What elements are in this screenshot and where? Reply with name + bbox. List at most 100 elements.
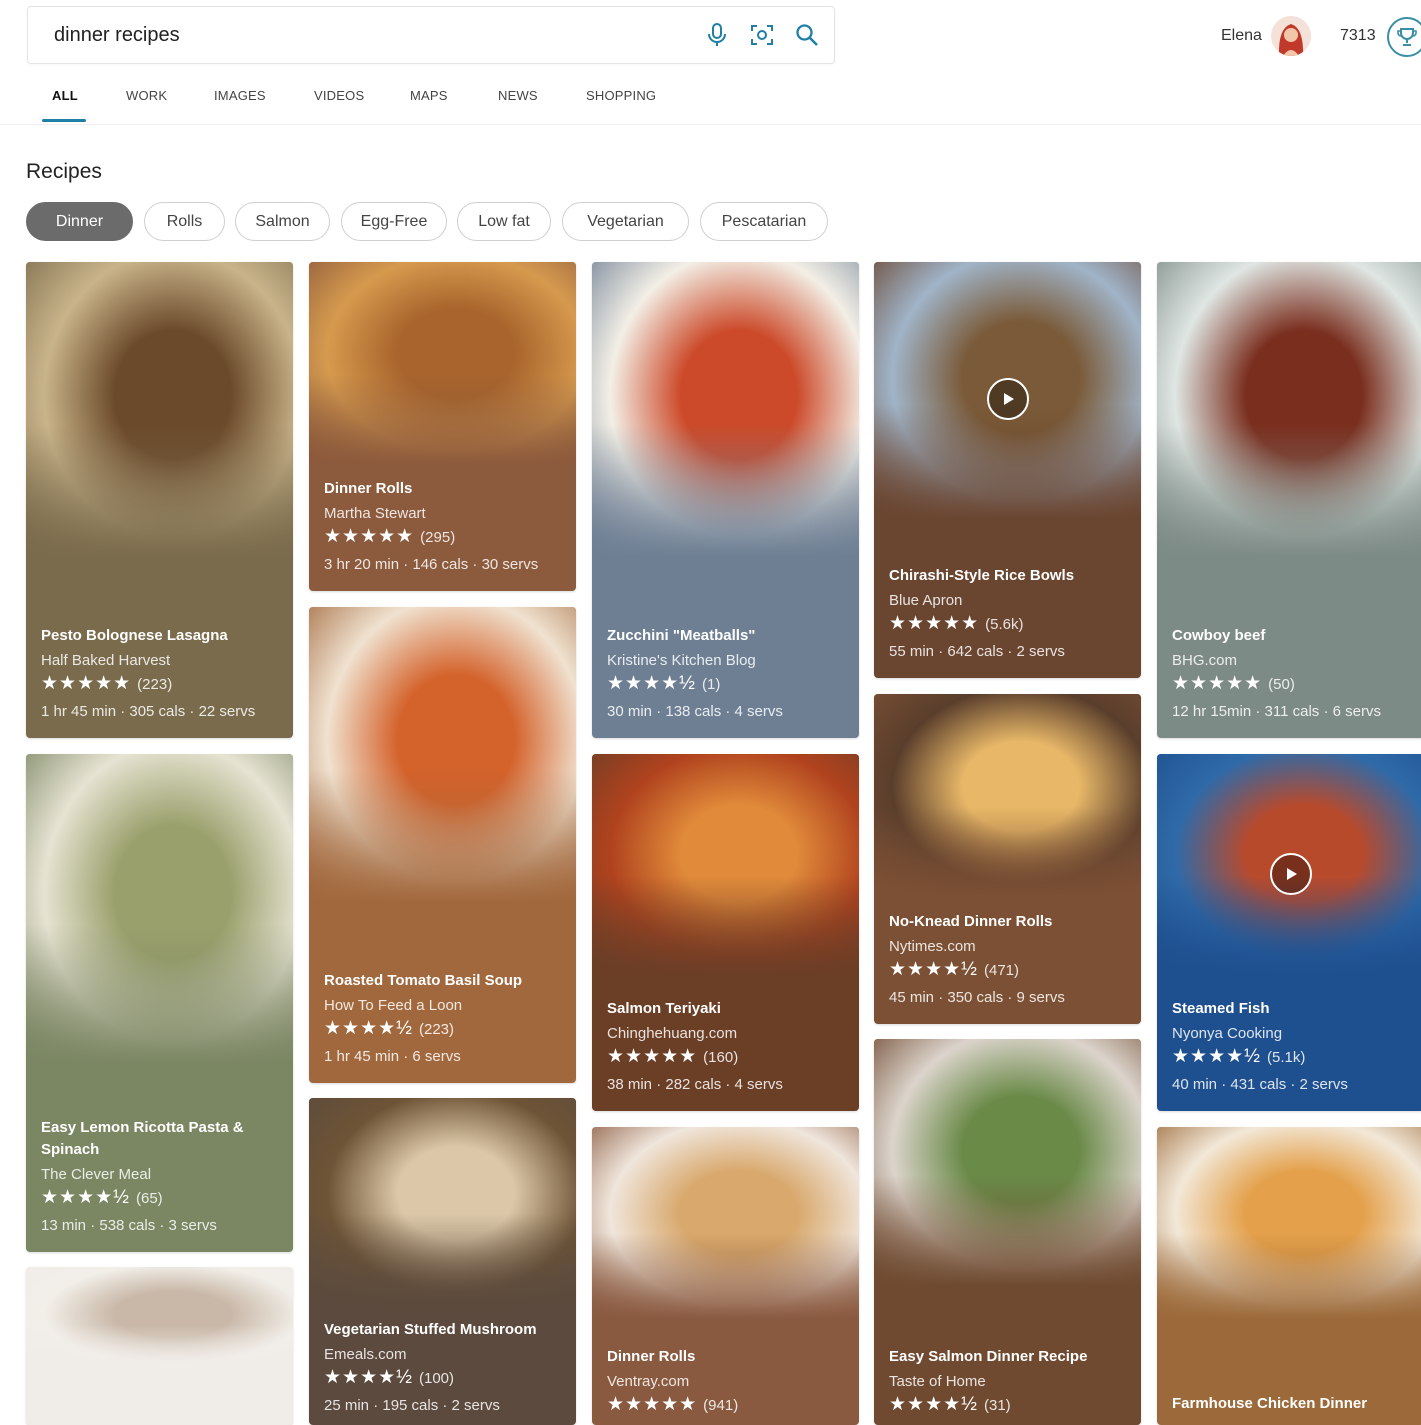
recipe-meta: 1 hr 45 min · 305 cals · 22 servs xyxy=(41,703,256,720)
recipe-card-5[interactable]: Vegetarian Stuffed Mushroom Emeals.com ★… xyxy=(309,1098,576,1425)
recipe-source: Blue Apron xyxy=(889,592,963,609)
recipe-source: Kristine's Kitchen Blog xyxy=(607,652,756,669)
recipe-card-10[interactable]: No-Knead Dinner Rolls Nytimes.com ★★★★½ (… xyxy=(874,694,1141,1024)
recipe-meta: 45 min · 350 cals · 9 servs xyxy=(889,989,1065,1006)
recipe-card-4[interactable]: Roasted Tomato Basil Soup How To Feed a … xyxy=(309,607,576,1083)
recipe-title[interactable]: Dinner Rolls xyxy=(607,1346,849,1368)
recipe-title[interactable]: Easy Salmon Dinner Recipe xyxy=(889,1346,1131,1368)
recipe-card-11[interactable]: Easy Salmon Dinner Recipe Taste of Home … xyxy=(874,1039,1141,1425)
recipe-rating: ★★★★½ (31) xyxy=(889,1392,1131,1419)
recipe-rating: ★★★★½ (223) xyxy=(324,1016,566,1043)
recipe-rating: ★★★★★ (295) xyxy=(324,524,566,551)
filter-chip-low-fat[interactable]: Low fat xyxy=(457,202,551,241)
recipe-meta: 30 min · 138 cals · 4 servs xyxy=(607,703,783,720)
rating-count: (941) xyxy=(703,1397,739,1414)
recipe-source: Nyonya Cooking xyxy=(1172,1025,1283,1042)
recipe-title[interactable]: Chirashi-Style Rice Bowls xyxy=(889,565,1131,587)
recipe-rating: ★★★★½ (65) xyxy=(41,1185,283,1212)
recipe-card-6[interactable]: Zucchini "Meatballs" Kristine's Kitchen … xyxy=(592,262,859,738)
recipe-rating: ★★★★★ (223) xyxy=(41,671,283,698)
recipe-rating: ★★★★★ (50) xyxy=(1172,671,1414,698)
filter-chip-egg-free[interactable]: Egg-Free xyxy=(341,202,447,241)
recipe-source: Martha Stewart xyxy=(324,505,426,522)
rating-stars: ★★★★½ xyxy=(41,1187,130,1208)
recipe-title[interactable]: Roasted Tomato Basil Soup xyxy=(324,970,566,992)
reward-points[interactable]: 7313 xyxy=(1340,27,1376,45)
rating-stars: ★★★★½ xyxy=(324,1018,413,1039)
rating-count: (295) xyxy=(420,529,456,546)
recipe-source: The Clever Meal xyxy=(41,1166,152,1183)
tab-shopping[interactable]: SHOPPING xyxy=(586,88,656,103)
recipe-title[interactable]: Steamed Fish xyxy=(1172,998,1414,1020)
recipe-card-13[interactable]: Steamed Fish Nyonya Cooking ★★★★½ (5.1k) … xyxy=(1157,754,1421,1111)
filter-chip-rolls[interactable]: Rolls xyxy=(144,202,225,241)
user-name[interactable]: Elena xyxy=(1221,27,1262,45)
recipe-rating: ★★★★★ (5.6k) xyxy=(889,611,1131,638)
recipe-source: Chinghehuang.com xyxy=(607,1025,738,1042)
rating-count: (50) xyxy=(1268,676,1295,693)
tab-all[interactable]: ALL xyxy=(52,88,78,103)
recipe-card-7[interactable]: Salmon Teriyaki Chinghehuang.com ★★★★★ (1… xyxy=(592,754,859,1111)
recipe-meta: 3 hr 20 min · 146 cals · 30 servs xyxy=(324,556,539,573)
section-title: Recipes xyxy=(26,160,102,183)
recipe-card-1[interactable]: Easy Lemon Ricotta Pasta & Spinach The C… xyxy=(26,754,293,1252)
rating-stars: ★★★★½ xyxy=(607,673,696,694)
filter-chip-vegetarian[interactable]: Vegetarian xyxy=(562,202,689,241)
rating-count: (5.6k) xyxy=(985,616,1024,633)
play-video-icon[interactable] xyxy=(987,378,1029,420)
recipe-card-9[interactable]: Chirashi-Style Rice Bowls Blue Apron ★★★… xyxy=(874,262,1141,678)
recipe-title[interactable]: Salmon Teriyaki xyxy=(607,998,849,1020)
recipe-card-0[interactable]: Pesto Bolognese Lasagna Half Baked Harve… xyxy=(26,262,293,738)
tab-news[interactable]: NEWS xyxy=(498,88,538,103)
recipe-meta: 13 min · 538 cals · 3 servs xyxy=(41,1217,217,1234)
rating-stars: ★★★★★ xyxy=(41,673,132,694)
recipe-rating: ★★★★½ (1) xyxy=(607,671,849,698)
search-box[interactable]: dinner recipes xyxy=(27,6,835,64)
recipe-meta: 40 min · 431 cals · 2 servs xyxy=(1172,1076,1348,1093)
recipe-rating: ★★★★½ (5.1k) xyxy=(1172,1044,1414,1071)
tab-maps[interactable]: MAPS xyxy=(410,88,448,103)
recipe-title[interactable]: Farmhouse Chicken Dinner xyxy=(1172,1393,1414,1415)
rating-count: (100) xyxy=(418,1370,455,1387)
search-input[interactable]: dinner recipes xyxy=(54,24,180,47)
recipe-rating: ★★★★★ (941) xyxy=(607,1392,849,1419)
recipe-title[interactable]: No-Knead Dinner Rolls xyxy=(889,911,1131,933)
recipe-card-8[interactable]: Dinner Rolls Ventray.com ★★★★★ (941) xyxy=(592,1127,859,1425)
recipe-title[interactable]: Zucchini "Meatballs" xyxy=(607,625,849,647)
visual-search-icon[interactable] xyxy=(747,19,777,51)
microphone-icon[interactable] xyxy=(702,19,732,51)
recipe-card-12[interactable]: Cowboy beef BHG.com ★★★★★ (50) 12 hr 15mi… xyxy=(1157,262,1421,738)
filter-chip-dinner[interactable]: Dinner xyxy=(26,202,133,241)
tab-videos[interactable]: VIDEOS xyxy=(314,88,364,103)
recipe-source: Emeals.com xyxy=(324,1346,407,1363)
rating-count: (223) xyxy=(137,676,173,693)
recipe-card-3[interactable]: Dinner Rolls Martha Stewart ★★★★★ (295) 3… xyxy=(309,262,576,591)
recipe-card-2[interactable] xyxy=(26,1267,293,1425)
recipe-title[interactable]: Vegetarian Stuffed Mushroom xyxy=(324,1319,566,1341)
rating-count: (223) xyxy=(418,1021,455,1038)
tab-work[interactable]: WORK xyxy=(126,88,167,103)
recipe-title[interactable]: Dinner Rolls xyxy=(324,478,566,500)
recipe-title[interactable]: Pesto Bolognese Lasagna xyxy=(41,625,283,647)
recipe-rating: ★★★★★ (160) xyxy=(607,1044,849,1071)
rating-stars: ★★★★★ xyxy=(889,613,980,634)
rating-count: (1) xyxy=(701,676,721,693)
recipe-source: Half Baked Harvest xyxy=(41,652,171,669)
recipe-meta: 12 hr 15min · 311 cals · 6 servs xyxy=(1172,703,1381,720)
search-icon[interactable] xyxy=(792,19,822,51)
active-tab-indicator xyxy=(42,119,86,122)
avatar[interactable] xyxy=(1271,16,1311,56)
filter-chip-pescatarian[interactable]: Pescatarian xyxy=(700,202,828,241)
tab-images[interactable]: IMAGES xyxy=(214,88,266,103)
recipe-title[interactable]: Easy Lemon Ricotta Pasta & Spinach xyxy=(41,1117,283,1161)
recipe-source: Taste of Home xyxy=(889,1373,986,1390)
recipe-card-14[interactable]: Farmhouse Chicken Dinner xyxy=(1157,1127,1421,1425)
recipe-title[interactable]: Cowboy beef xyxy=(1172,625,1414,647)
recipe-source: Nytimes.com xyxy=(889,938,976,955)
rating-stars: ★★★★½ xyxy=(889,959,978,980)
rating-stars: ★★★★½ xyxy=(889,1394,978,1415)
play-video-icon[interactable] xyxy=(1270,853,1312,895)
trophy-icon[interactable] xyxy=(1387,17,1421,57)
filter-chip-salmon[interactable]: Salmon xyxy=(235,202,330,241)
recipe-rating: ★★★★½ (471) xyxy=(889,957,1131,984)
